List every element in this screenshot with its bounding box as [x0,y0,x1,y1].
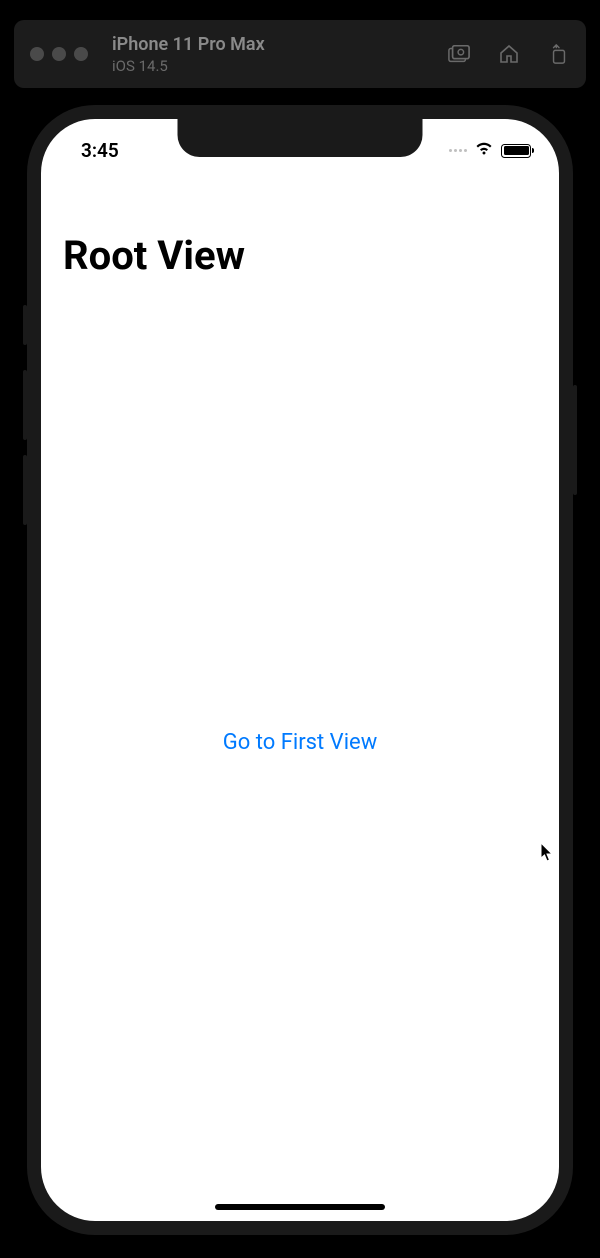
device-frame: 3:45 Root View [27,105,573,1235]
wifi-icon [474,141,494,160]
home-icon [498,43,520,65]
simulator-device-name: iPhone 11 Pro Max [112,34,265,55]
status-time: 3:45 [81,139,119,162]
volume-down-button[interactable] [23,455,27,525]
battery-icon [501,144,531,158]
home-button[interactable] [498,43,520,65]
silence-switch[interactable] [23,305,27,345]
volume-up-button[interactable] [23,370,27,440]
device-screen: 3:45 Root View [41,119,559,1221]
power-button[interactable] [573,385,577,495]
simulator-os-version: iOS 14.5 [112,57,265,75]
mouse-cursor [540,842,555,868]
home-indicator[interactable] [215,1204,385,1210]
rotate-button[interactable] [548,43,570,65]
window-traffic-lights [30,47,88,61]
navigation-link[interactable]: Go to First View [223,730,378,755]
close-window-button[interactable] [30,47,44,61]
minimize-window-button[interactable] [52,47,66,61]
main-area: Go to First View [41,119,559,1221]
cellular-signal-icon [449,149,467,152]
app-content: Root View Go to First View [41,119,559,1221]
simulator-toolbar: iPhone 11 Pro Max iOS 14.5 [14,20,586,88]
screenshot-button[interactable] [448,43,470,65]
status-right [449,141,531,160]
toolbar-title-group: iPhone 11 Pro Max iOS 14.5 [112,34,265,75]
camera-icon [448,44,470,64]
zoom-window-button[interactable] [74,47,88,61]
rotate-icon [549,43,569,65]
device-notch [178,119,423,157]
toolbar-actions [448,43,570,65]
